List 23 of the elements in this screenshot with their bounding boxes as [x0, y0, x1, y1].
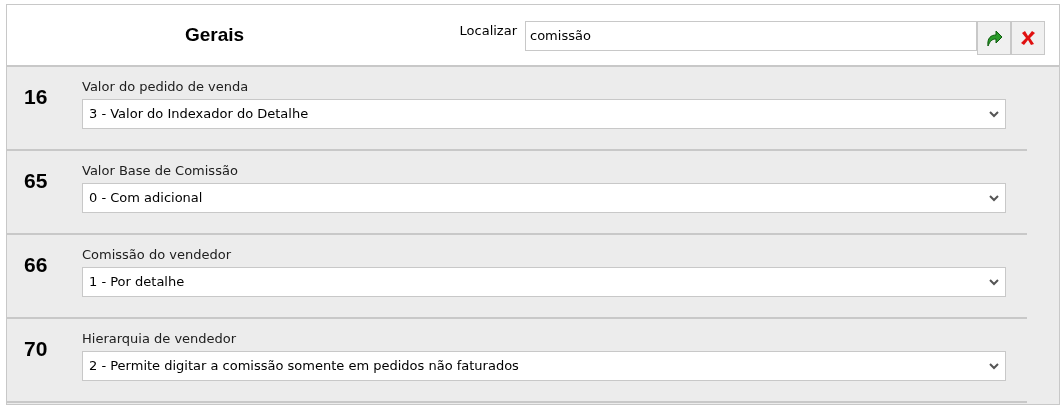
parameter-label: Valor Base de Comissão [82, 162, 239, 180]
dropdown[interactable]: 0 - Com adicional [82, 183, 1006, 213]
search-label: Localizar [458, 22, 518, 40]
parameter-number: 70 [23, 336, 49, 362]
parameter-label: Comissão do vendedor [82, 246, 232, 264]
dropdown[interactable]: 2 - Permite digitar a comissão somente em pedidos não faturados [82, 351, 1006, 381]
chevron-down-icon [989, 278, 999, 286]
clear-button[interactable] [1011, 21, 1045, 55]
parameter-number: 65 [23, 168, 49, 194]
close-icon [1020, 30, 1036, 46]
chevron-down-icon [989, 110, 999, 118]
search-field[interactable]: comissão [525, 21, 977, 51]
dropdown[interactable]: 1 - Por detalhe [82, 267, 1006, 297]
dropdown[interactable]: 3 - Valor do Indexador do Detalhe [82, 99, 1006, 129]
apply-button[interactable] [977, 21, 1011, 55]
section-title: Gerais [184, 22, 245, 47]
chevron-down-icon [989, 362, 999, 370]
parameter-label: Hierarquia de vendedor [82, 330, 238, 348]
parameter-label: Valor do pedido de venda [82, 78, 250, 96]
parameter-number: 16 [23, 84, 49, 110]
curved-arrow-icon [985, 29, 1003, 47]
parameter-number: 66 [23, 252, 49, 278]
chevron-down-icon [989, 194, 999, 202]
